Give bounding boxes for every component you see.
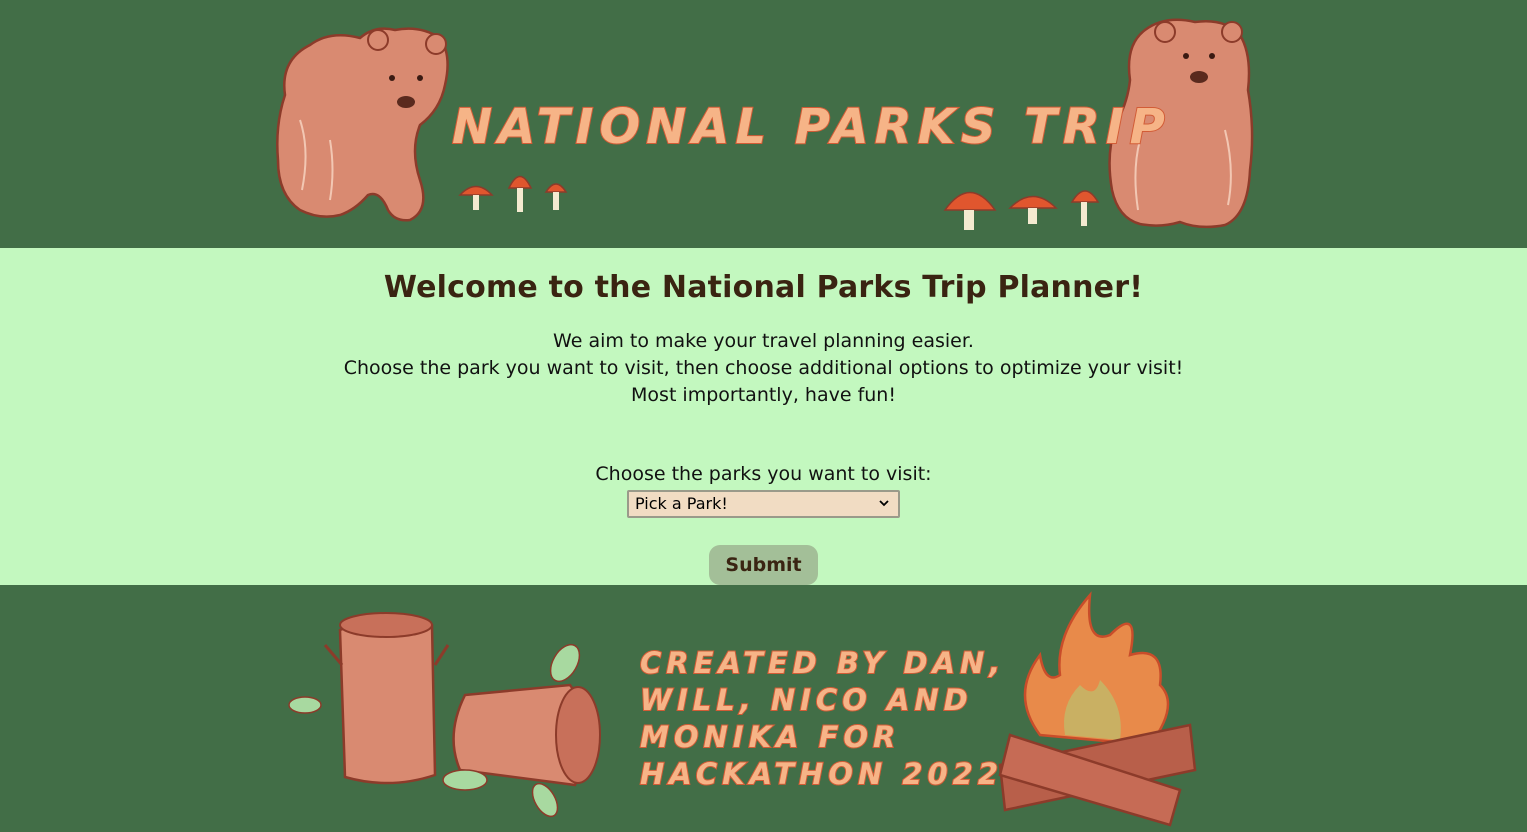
header-illustration: NATIONAL PARKS TRIP [276, 18, 1254, 230]
credit-line: HACKATHON 2022 [640, 757, 1003, 791]
intro-line: We aim to make your travel planning easi… [553, 330, 974, 352]
campfire-icon [998, 591, 1197, 827]
park-select[interactable]: Pick a Park! [627, 490, 900, 518]
intro-line: Most importantly, have fun! [631, 384, 896, 406]
page-title: Welcome to the National Parks Trip Plann… [383, 270, 1144, 305]
main-content: Welcome to the National Parks Trip Plann… [0, 248, 1527, 585]
mushroom-icon [943, 190, 1100, 230]
credit-line: MONIKA FOR [640, 720, 900, 754]
bear-left-icon [276, 27, 449, 222]
credit-line: CREATED BY DAN, [640, 646, 1005, 680]
intro-line: Choose the park you want to visit, then … [343, 357, 1184, 379]
credit-text: CREATED BY DAN, WILL, NICO AND MONIKA FO… [640, 646, 1020, 791]
log-icon [323, 612, 450, 785]
submit-button[interactable]: Submit [709, 545, 818, 585]
banner-title: NATIONAL PARKS TRIP [452, 99, 1171, 155]
footer-banner: CREATED BY DAN, WILL, NICO AND MONIKA FO… [0, 585, 1527, 832]
park-select-value: Pick a Park! [635, 494, 728, 513]
log-icon [452, 683, 601, 787]
footer-illustration: CREATED BY DAN, WILL, NICO AND MONIKA FO… [288, 591, 1197, 827]
mushroom-icon [458, 175, 568, 212]
chevron-down-icon [879, 500, 889, 507]
park-select-label: Choose the parks you want to visit: [595, 463, 932, 485]
header-banner: NATIONAL PARKS TRIP [0, 0, 1527, 248]
intro-text: We aim to make your travel planning easi… [0, 328, 1527, 409]
credit-line: WILL, NICO AND [640, 683, 973, 717]
